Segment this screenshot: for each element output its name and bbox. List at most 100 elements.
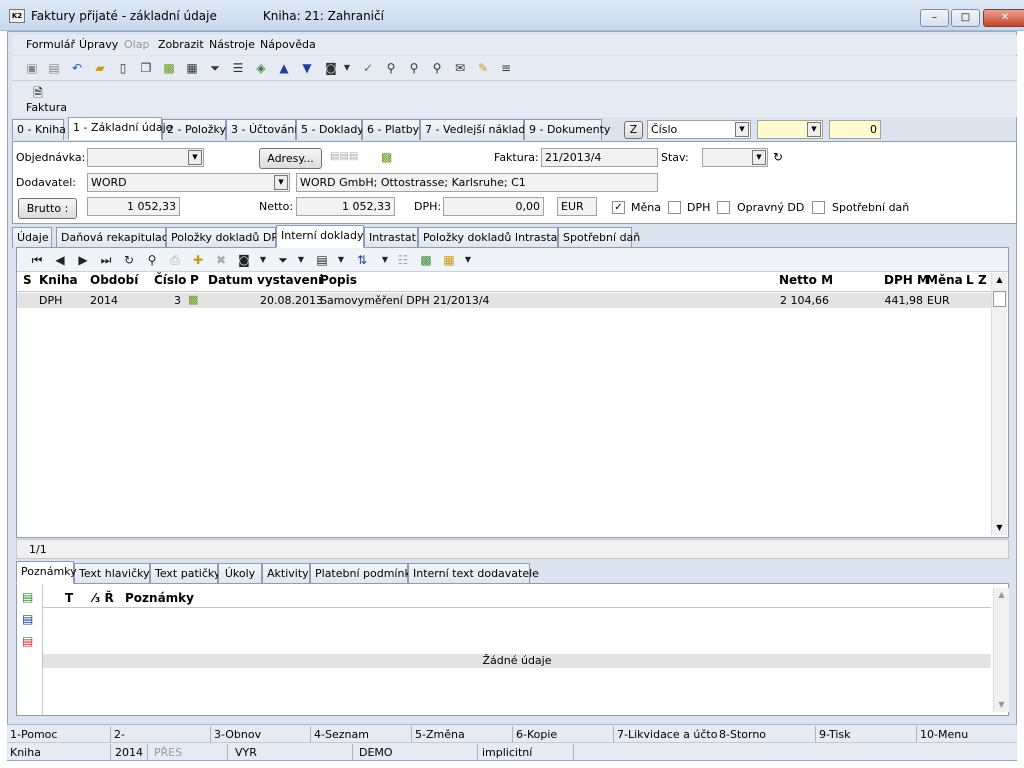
tab-dokumenty[interactable]: 9 - Dokumenty (524, 119, 610, 140)
delete-record-icon[interactable]: ✖ (213, 252, 229, 268)
menu-zobrazit[interactable]: Zobrazit (158, 38, 204, 51)
prev-record-icon[interactable]: ◀ (52, 252, 68, 268)
dodavatel-select[interactable]: WORD ▼ (87, 173, 290, 192)
tab-aktivity[interactable]: Aktivity (262, 563, 310, 584)
col-z[interactable]: Z (978, 273, 987, 287)
col-order[interactable]: ⁄₃ Ř (93, 591, 114, 605)
edit-note-icon[interactable]: ▤ (22, 612, 33, 626)
report-dropdown-icon[interactable]: ▼ (460, 252, 476, 268)
sort-az-icon[interactable]: ⇅ (354, 252, 370, 268)
search-field-select[interactable]: Číslo ▼ (647, 120, 751, 139)
tab-vedlejsi-naklady[interactable]: 7 - Vedlejší náklady (420, 119, 532, 140)
menu-formular[interactable]: Formulář (26, 38, 75, 51)
chevron-down-icon[interactable]: ▼ (807, 122, 821, 137)
export-icon[interactable]: ▤ (314, 252, 330, 268)
tab-udaje[interactable]: Údaje (12, 227, 52, 248)
search-value-input[interactable]: ▼ (757, 120, 823, 139)
fkey-5[interactable]: 5-Změna (415, 728, 465, 742)
spotrebni-dan-checkbox[interactable] (812, 201, 825, 214)
col-l[interactable]: L (966, 273, 974, 287)
menu-upravy[interactable]: Úpravy (79, 38, 118, 51)
table-row[interactable]: DPH 2014 3 ▩ 20.08.2013 Samovyměření DPH… (17, 293, 991, 308)
camera-icon[interactable]: ◙ (236, 252, 252, 268)
arrow-up-icon[interactable]: ▲ (276, 60, 292, 76)
find-next-icon[interactable]: ⚲ (406, 60, 422, 76)
col-p[interactable]: P (190, 273, 199, 287)
col-kniha[interactable]: Kniha (39, 273, 78, 287)
check-arrow-icon[interactable]: ✓ (360, 60, 376, 76)
dph-field[interactable]: 0,00 (443, 197, 544, 216)
tab-spotrebni-dan[interactable]: Spotřební daň (558, 227, 640, 248)
excel-icon[interactable]: ▩ (418, 252, 434, 268)
tab-intrastat[interactable]: Intrastat (364, 227, 418, 248)
chevron-down-icon[interactable]: ▼ (188, 150, 202, 165)
col-obdobi[interactable]: Období (90, 273, 138, 287)
filter-list-icon[interactable]: ☰ (230, 60, 246, 76)
next-record-icon[interactable]: ▶ (75, 252, 91, 268)
export-dropdown-icon[interactable]: ▼ (333, 252, 349, 268)
tab-zakladni-udaje[interactable]: 1 - Základní údaje (68, 117, 172, 140)
mena-checkbox[interactable]: ✓ (612, 201, 625, 214)
tab-platby[interactable]: 6 - Platby (362, 119, 420, 140)
menu-nastroje[interactable]: Nástroje (209, 38, 255, 51)
opravny-dd-checkbox[interactable] (717, 201, 730, 214)
minimize-button[interactable]: – (920, 9, 949, 27)
tab-interni-text-dodavatele[interactable]: Interní text dodavatele (408, 563, 539, 584)
save-as-icon[interactable]: ▤ (46, 60, 62, 76)
tab-polozky-dokladu-dph[interactable]: Položky dokladů DPH (166, 227, 286, 248)
last-record-icon[interactable]: ⏭ (98, 252, 114, 268)
add-record-icon[interactable]: ✚ (190, 252, 206, 268)
close-button[interactable]: ✕ (983, 9, 1024, 27)
fkey-9[interactable]: 9-Tisk (819, 728, 851, 742)
delete-note-icon[interactable]: ▤ (22, 634, 33, 648)
undo-icon[interactable]: ↶ (69, 60, 85, 76)
fkey-10[interactable]: 10-Menu (920, 728, 968, 742)
camera-dropdown-icon[interactable]: ▼ (255, 252, 271, 268)
stav-select[interactable]: ▼ (702, 148, 768, 167)
scroll-up-icon[interactable]: ▲ (992, 273, 1007, 287)
first-record-icon[interactable]: ⏮ (29, 252, 45, 268)
col-poznamky[interactable]: Poznámky (125, 591, 194, 605)
tab-poznamky[interactable]: Poznámky (16, 561, 77, 584)
print-icon[interactable]: ⎙ (167, 252, 183, 268)
tab-platebni-podminky[interactable]: Platební podmínky (310, 563, 417, 584)
tab-uctovani[interactable]: 3 - Účtování (226, 119, 297, 140)
fkey-6[interactable]: 6-Kopie (516, 728, 557, 742)
filter-icon[interactable]: ⏷ (275, 252, 291, 268)
columns-icon[interactable]: ☷ (395, 252, 411, 268)
report-icon[interactable]: ▦ (441, 252, 457, 268)
col-t[interactable]: T (65, 591, 73, 605)
col-mena[interactable]: Měna (926, 273, 963, 287)
col-dph[interactable]: DPH M (884, 273, 929, 287)
save-icon[interactable]: ▣ (24, 60, 40, 76)
binoculars-icon[interactable]: ⚲ (144, 252, 160, 268)
scroll-down-icon[interactable]: ▼ (994, 698, 1009, 712)
chevron-down-icon[interactable]: ▼ (735, 122, 749, 137)
tab-text-hlavicky[interactable]: Text hlavičky (74, 563, 150, 584)
tab-ukoly[interactable]: Úkoly (218, 563, 262, 584)
filter-icon[interactable]: ⏷ (207, 60, 223, 76)
open-folder-icon[interactable]: ▰ (92, 60, 108, 76)
find-prev-icon[interactable]: ⚲ (429, 60, 445, 76)
brutto-field[interactable]: 1 052,33 (87, 197, 180, 216)
fkey-8[interactable]: 8-Storno (719, 728, 766, 742)
restore-button[interactable]: □ (951, 9, 980, 27)
filter-dropdown-icon[interactable]: ▼ (293, 252, 309, 268)
tab-interni-doklady[interactable]: Interní doklady (276, 225, 364, 248)
fkey-2[interactable]: 2- (114, 728, 125, 742)
search-number-input[interactable]: 0 (829, 120, 881, 139)
fkey-4[interactable]: 4-Seznam (314, 728, 369, 742)
chevron-down-icon[interactable]: ▼ (752, 150, 766, 165)
col-netto[interactable]: Netto M (779, 273, 833, 287)
arrow-down-icon[interactable]: ▼ (299, 60, 315, 76)
new-document-icon[interactable]: ▯ (115, 60, 131, 76)
stack-icon[interactable]: ◈ (253, 60, 269, 76)
menu-olap[interactable]: Olap (124, 38, 149, 51)
z-button[interactable]: Z (624, 121, 643, 139)
menu-lines-icon[interactable]: ≡ (498, 60, 514, 76)
col-cislo[interactable]: Číslo (154, 273, 186, 287)
brutto-button[interactable]: Brutto : (18, 198, 77, 219)
grid-scrollbar[interactable]: ▲ ▼ (991, 273, 1007, 535)
netto-field[interactable]: 1 052,33 (296, 197, 395, 216)
binoculars-icon[interactable]: ⚲ (383, 60, 399, 76)
